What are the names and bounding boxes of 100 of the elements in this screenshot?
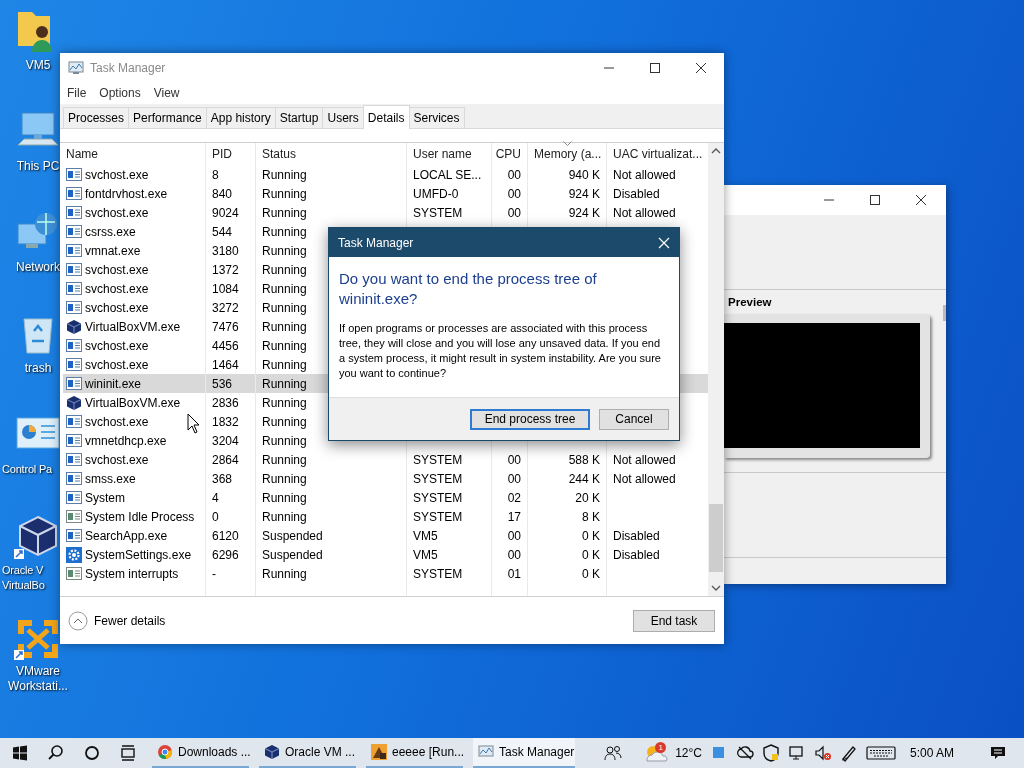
process-row[interactable]: SearchApp.exe 6120 Suspended VM5 00 0 K Disabled bbox=[63, 526, 708, 545]
notification-icon[interactable] bbox=[989, 744, 1007, 762]
menu-item[interactable]: File bbox=[67, 86, 87, 100]
process-name: System interrupts bbox=[85, 566, 179, 581]
desktop-icon-label[interactable]: This PC bbox=[16, 159, 60, 174]
memory-cell: 8 K bbox=[582, 509, 600, 524]
taskbar-button[interactable]: Downloads ... bbox=[152, 738, 249, 768]
temperature[interactable]: 12°C bbox=[675, 746, 702, 760]
column-header[interactable]: Name bbox=[63, 143, 205, 165]
status-cell: Running bbox=[262, 300, 307, 315]
process-name: svchost.exe bbox=[85, 281, 149, 296]
process-row[interactable]: fontdrvhost.exe 840 Running UMFD-0 00 924 K Disabled bbox=[63, 184, 708, 203]
desktop-icon-label[interactable]: VMware bbox=[16, 664, 60, 679]
cube-icon bbox=[66, 394, 82, 411]
app-window-icon bbox=[66, 242, 82, 259]
process-row[interactable]: smss.exe 368 Running SYSTEM 00 244 K Not allowed bbox=[63, 469, 708, 488]
column-header[interactable]: CPU bbox=[491, 143, 527, 165]
uac-cell: Disabled bbox=[613, 528, 660, 543]
process-row[interactable]: System Idle Process 0 Running SYSTEM 17 8 K bbox=[63, 507, 708, 526]
cpu-cell: 00 bbox=[507, 528, 521, 543]
people-icon[interactable] bbox=[604, 744, 622, 762]
process-name: svchost.exe bbox=[85, 167, 149, 182]
menu-item[interactable]: Options bbox=[99, 86, 141, 100]
process-row[interactable]: System interrupts - Running SYSTEM 01 0 K bbox=[63, 564, 708, 583]
taskbar-button[interactable]: Oracle VM ... bbox=[259, 738, 356, 768]
scrollbar[interactable] bbox=[708, 143, 724, 596]
start-icon[interactable] bbox=[11, 744, 29, 762]
shield-warning-icon[interactable] bbox=[761, 744, 780, 762]
column-header[interactable]: PID bbox=[205, 143, 255, 165]
process-name: svchost.exe bbox=[85, 300, 149, 315]
process-row[interactable]: System 4 Running SYSTEM 02 20 K bbox=[63, 488, 708, 507]
section-label: Preview bbox=[727, 295, 773, 310]
app-window-icon bbox=[66, 527, 82, 544]
desktop-icon-label[interactable]: Control Pa bbox=[2, 462, 52, 477]
process-row[interactable]: svchost.exe 9024 Running SYSTEM 00 924 K Not allowed bbox=[63, 203, 708, 222]
maximize-icon[interactable] bbox=[648, 61, 662, 74]
keyboard-icon[interactable] bbox=[865, 744, 896, 762]
memory-cell: 0 K bbox=[582, 566, 600, 581]
pid-cell: 7476 bbox=[212, 319, 239, 334]
status-cell: Running bbox=[262, 414, 307, 429]
desktop-icon-label[interactable]: Workstati... bbox=[8, 679, 68, 694]
process-row[interactable]: svchost.exe 8 Running LOCAL SE... 00 940 K Not allowed bbox=[63, 165, 708, 184]
end-process-tree-button[interactable]: End process tree bbox=[470, 408, 590, 430]
menu-item[interactable]: View bbox=[153, 86, 180, 100]
app-window-icon bbox=[66, 261, 82, 278]
taskbar-button[interactable]: eeeee [Run... bbox=[366, 738, 463, 768]
column-header[interactable]: UAC virtualizat... bbox=[606, 143, 705, 165]
vm-window-icon bbox=[371, 744, 387, 760]
speaker-muted-icon[interactable] bbox=[813, 744, 832, 762]
cpu-cell: 01 bbox=[507, 566, 521, 581]
desktop-icon-label[interactable]: Network bbox=[16, 260, 60, 275]
cpu-cell: 17 bbox=[507, 509, 521, 524]
tab[interactable]: Details bbox=[362, 105, 410, 129]
search-icon[interactable] bbox=[47, 744, 65, 762]
column-header[interactable]: Status bbox=[255, 143, 406, 165]
desktop-icon-label[interactable]: VirtualBo bbox=[2, 578, 45, 593]
app-window-icon bbox=[66, 451, 82, 468]
process-name: VirtualBoxVM.exe bbox=[85, 395, 181, 410]
process-row[interactable]: SystemSettings.exe 6296 Suspended VM5 00 0 K Disabled bbox=[63, 545, 708, 564]
status-cell: Running bbox=[262, 357, 307, 372]
status-cell: Running bbox=[262, 186, 307, 201]
close-icon[interactable] bbox=[694, 61, 708, 74]
pid-cell: 4 bbox=[212, 490, 219, 505]
process-name: svchost.exe bbox=[85, 205, 149, 220]
tab[interactable]: Services bbox=[408, 107, 465, 128]
scroll-thumb[interactable] bbox=[709, 504, 723, 572]
column-header[interactable]: User name bbox=[406, 143, 491, 165]
desktop-icon-label[interactable]: trash bbox=[24, 361, 52, 376]
column-header[interactable]: Memory (a... bbox=[527, 143, 606, 165]
process-row[interactable]: svchost.exe 2864 Running SYSTEM 00 588 K Not allowed bbox=[63, 450, 708, 469]
user-name-cell: SYSTEM bbox=[413, 471, 463, 486]
status-cell: Running bbox=[262, 433, 307, 448]
tab[interactable]: Startup bbox=[274, 107, 324, 128]
app-window-icon bbox=[66, 185, 82, 202]
user-name-cell: VM5 bbox=[413, 547, 438, 562]
pen-icon[interactable] bbox=[839, 744, 858, 762]
circle-icon[interactable] bbox=[83, 744, 101, 762]
cancel-button[interactable]: Cancel bbox=[599, 408, 669, 430]
app-window-icon bbox=[66, 470, 82, 487]
taskbar-button[interactable]: Task Manager bbox=[473, 738, 575, 768]
clock[interactable]: 5:00 AM bbox=[909, 746, 954, 760]
pid-cell: 9024 bbox=[212, 205, 239, 220]
scroll-thumb[interactable] bbox=[943, 305, 946, 321]
desktop-icon-label[interactable]: Oracle V bbox=[2, 563, 44, 578]
tab[interactable]: Processes bbox=[63, 107, 130, 128]
user-name-cell: SYSTEM bbox=[413, 205, 463, 220]
uac-cell: Not allowed bbox=[613, 205, 676, 220]
cloud-offline-icon[interactable] bbox=[735, 744, 754, 762]
fewer-details-button[interactable]: Fewer details bbox=[68, 610, 166, 631]
uac-cell: Disabled bbox=[613, 547, 660, 562]
cpu-cell: 02 bbox=[507, 490, 521, 505]
status-cell: Running bbox=[262, 376, 307, 391]
end-task-button[interactable]: End task bbox=[633, 609, 715, 632]
task-view-icon[interactable] bbox=[119, 744, 137, 762]
monitor-icon[interactable] bbox=[787, 744, 806, 762]
desktop-icon-label[interactable]: VM5 bbox=[25, 58, 51, 73]
process-name: smss.exe bbox=[85, 471, 136, 486]
pid-cell: 2836 bbox=[212, 395, 239, 410]
cpu-cell: 00 bbox=[507, 205, 521, 220]
tab[interactable]: App history bbox=[205, 107, 276, 128]
